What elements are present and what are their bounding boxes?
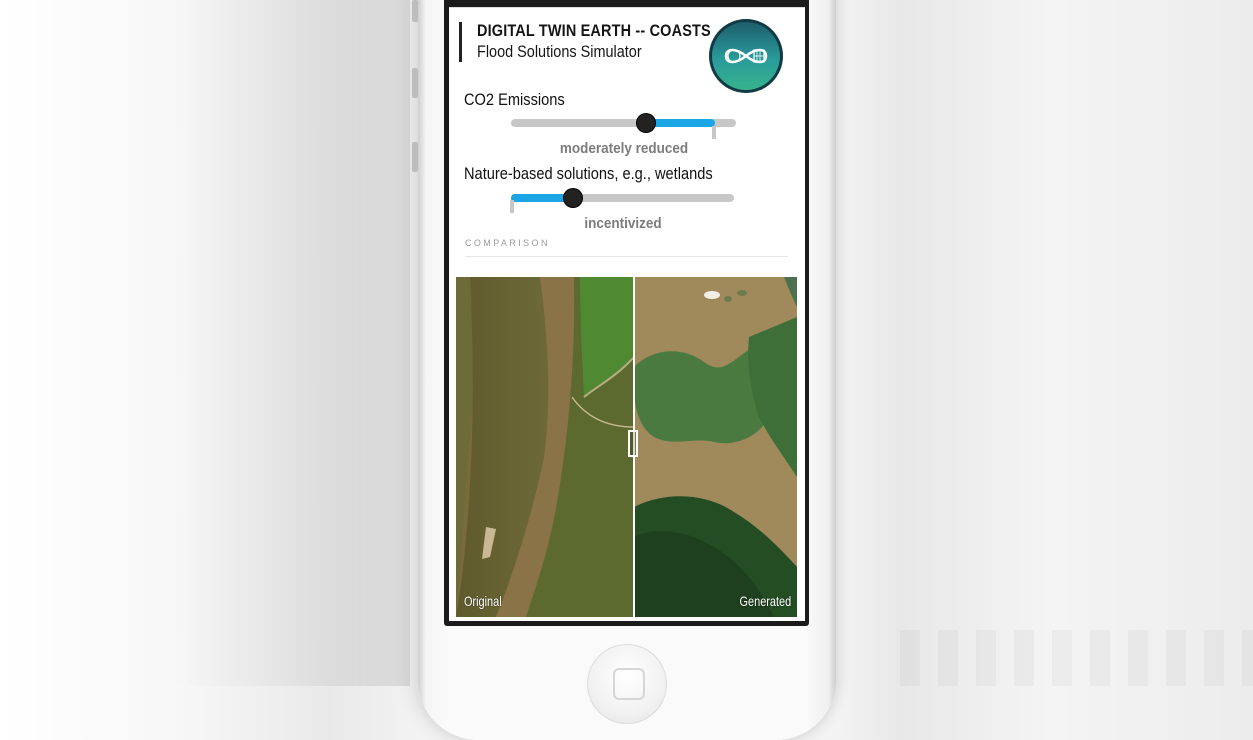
original-caption: Original	[464, 593, 502, 609]
nature-value-text: incentivized	[584, 215, 662, 232]
app-subtitle: Flood Solutions Simulator	[477, 42, 642, 61]
comparison-drag-handle[interactable]	[628, 430, 638, 457]
home-square-icon	[613, 668, 645, 700]
co2-slider-end-tick	[712, 126, 716, 139]
header-divider	[449, 7, 805, 8]
generated-satellite-image	[634, 277, 797, 617]
phone-volume-up-button	[412, 68, 418, 98]
nature-solutions-label: Nature-based solutions, e.g., wetlands	[464, 164, 713, 183]
co2-slider-fill	[646, 119, 715, 127]
generated-caption: Generated	[739, 593, 791, 609]
backdrop-shadow	[170, 0, 410, 686]
co2-slider-thumb[interactable]	[637, 114, 655, 132]
original-satellite-image	[456, 277, 634, 617]
comparison-viewer[interactable]: Original Generated	[456, 277, 797, 617]
co2-value-text: moderately reduced	[559, 140, 689, 157]
backdrop-floor	[900, 630, 1253, 686]
co2-emissions-label: CO2 Emissions	[464, 90, 565, 109]
title-accent-bar	[459, 22, 462, 62]
comparison-divider	[465, 256, 788, 257]
phone-side-button	[412, 0, 418, 22]
digital-twin-earth-logo	[709, 19, 783, 93]
comparison-section-label: COMPARISON	[465, 238, 550, 248]
nature-slider-start-tick	[510, 200, 514, 213]
phone-volume-down-button	[412, 142, 418, 172]
app-title: DIGITAL TWIN EARTH -- COASTS	[477, 21, 711, 40]
